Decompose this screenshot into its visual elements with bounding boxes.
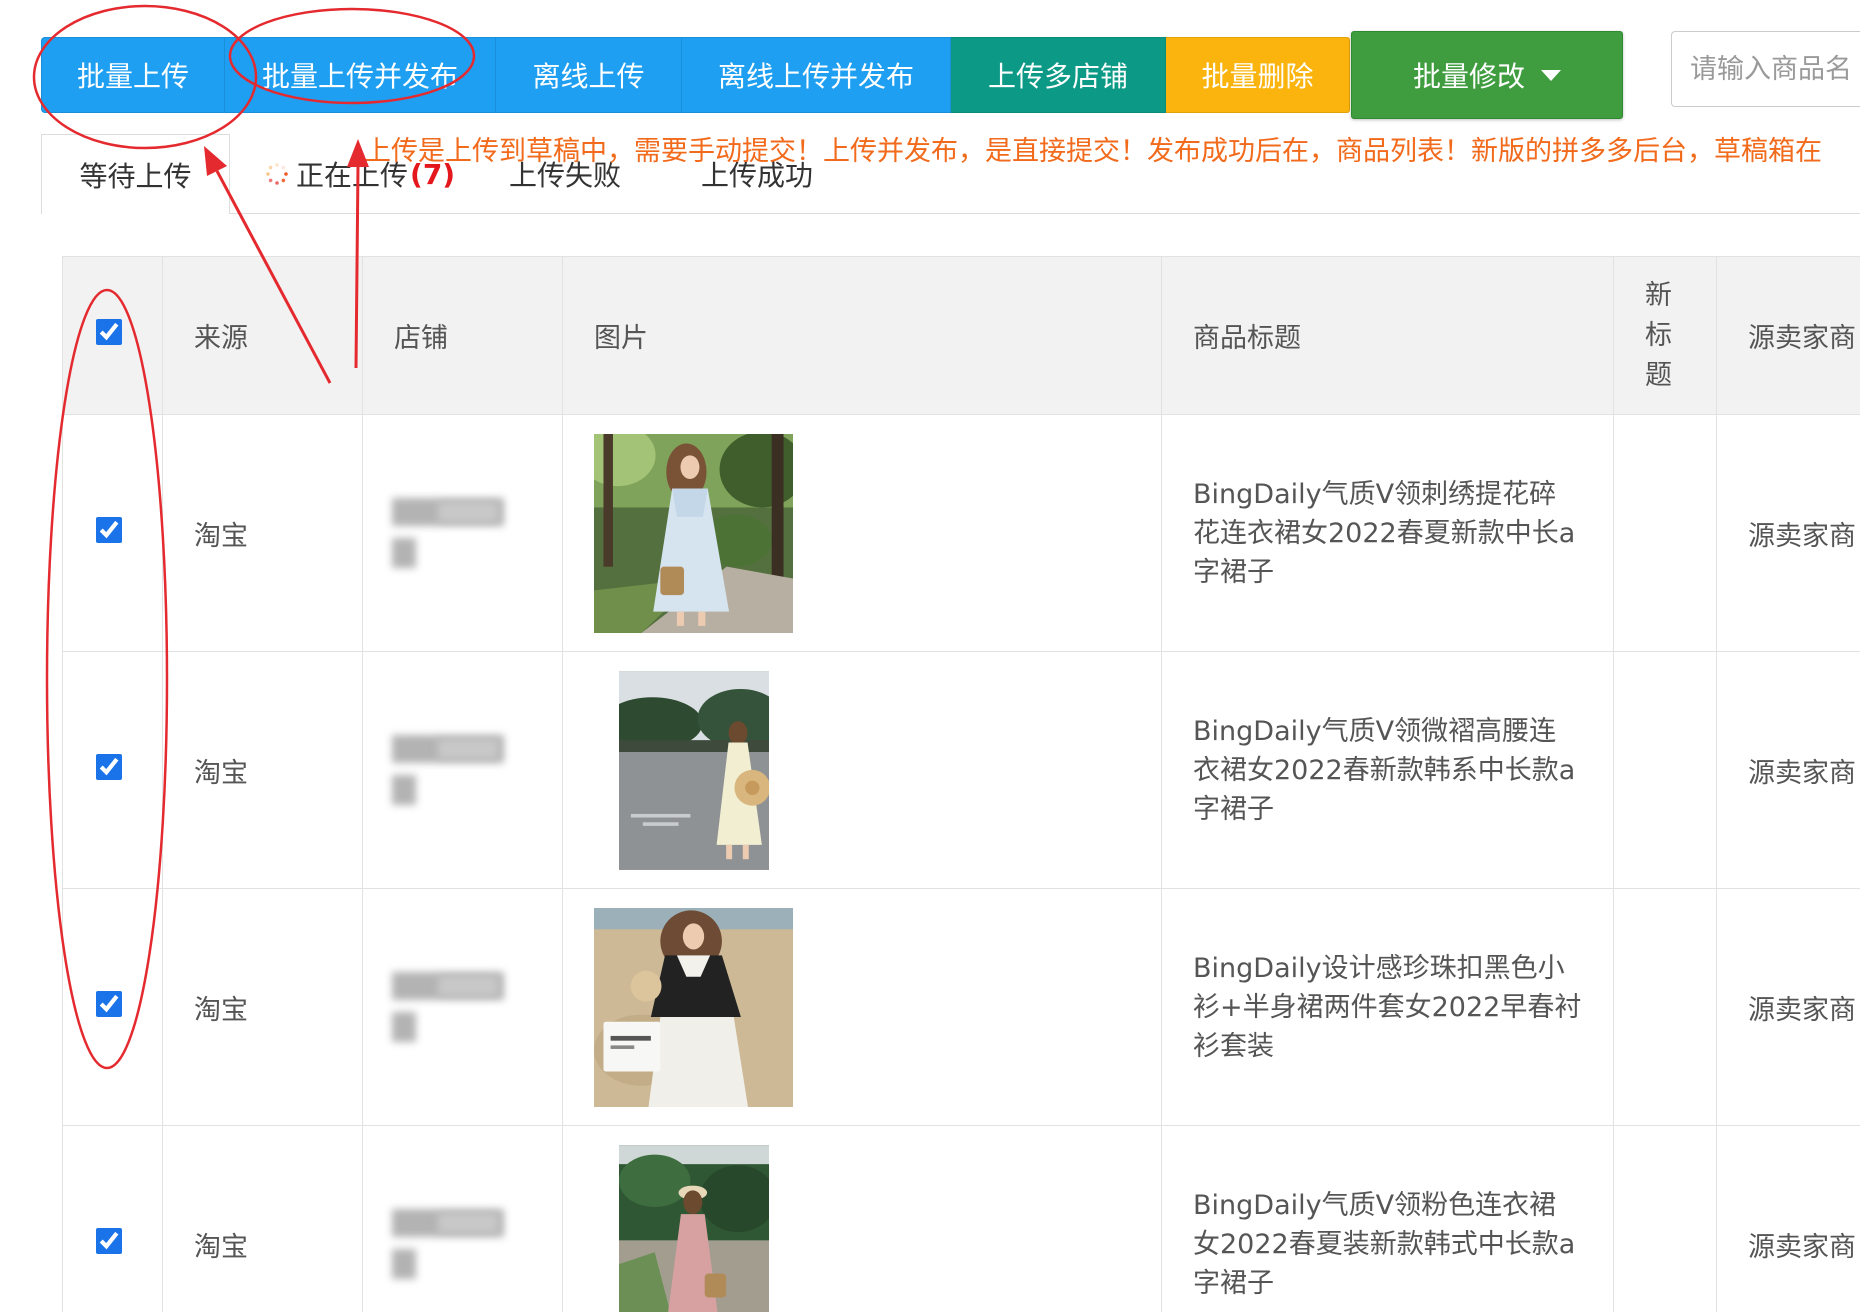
store-name-redacted xyxy=(392,1011,416,1042)
new-title-cell xyxy=(1613,414,1717,652)
column-header-source: 来源 xyxy=(162,256,363,415)
store-name-redacted xyxy=(392,1248,416,1279)
new-title-cell xyxy=(1613,651,1717,889)
tab-label: 等待上传 xyxy=(79,159,192,193)
row-checkbox[interactable] xyxy=(96,1227,122,1254)
row-select-cell xyxy=(62,414,163,652)
new-title-cell xyxy=(1613,888,1717,1126)
source-cell: 淘宝 xyxy=(162,414,363,652)
image-cell xyxy=(562,414,1162,652)
row-checkbox[interactable] xyxy=(96,990,122,1017)
batch-upload-button[interactable]: 批量上传 xyxy=(41,37,225,113)
product-image[interactable] xyxy=(594,433,793,633)
row-checkbox[interactable] xyxy=(96,516,122,543)
product-table: 来源 店铺 图片 商品标题 新标题 源卖家商 淘宝 BingDaily气质V领刺… xyxy=(62,256,1860,1312)
source-cell: 淘宝 xyxy=(162,1125,363,1312)
select-all-cell xyxy=(62,256,163,415)
upload-multi-store-button[interactable]: 上传多店铺 xyxy=(951,37,1166,113)
column-header-store: 店铺 xyxy=(362,256,563,415)
column-header-image: 图片 xyxy=(562,256,1162,415)
product-image[interactable] xyxy=(618,1144,769,1312)
batch-edit-dropdown[interactable]: 批量修改 xyxy=(1351,31,1623,119)
row-checkbox[interactable] xyxy=(96,753,122,780)
title-cell: BingDaily气质V领微褶高腰连衣裙女2022春新款韩系中长款a字裙子 xyxy=(1161,651,1614,889)
store-cell xyxy=(362,1125,563,1312)
store-name-redacted xyxy=(438,975,498,996)
seller-link[interactable]: 源卖家商 xyxy=(1716,651,1860,889)
offline-upload-publish-button[interactable]: 离线上传并发布 xyxy=(682,37,951,113)
title-cell: BingDaily气质V领刺绣提花碎花连衣裙女2022春夏新款中长a字裙子 xyxy=(1161,414,1614,652)
caret-down-icon xyxy=(1541,69,1561,81)
row-select-cell xyxy=(62,1125,163,1312)
source-cell: 淘宝 xyxy=(162,888,363,1126)
batch-delete-button[interactable]: 批量删除 xyxy=(1166,37,1350,113)
seller-link[interactable]: 源卖家商 xyxy=(1716,888,1860,1126)
store-name-redacted xyxy=(392,774,416,805)
table-row: 淘宝 xyxy=(62,888,1860,1126)
offline-upload-button[interactable]: 离线上传 xyxy=(496,37,682,113)
image-cell xyxy=(562,651,1162,889)
image-cell xyxy=(562,1125,1162,1312)
batch-edit-label: 批量修改 xyxy=(1412,60,1525,93)
store-cell xyxy=(362,651,563,889)
column-header-title: 商品标题 xyxy=(1161,256,1614,415)
product-table-container: 来源 店铺 图片 商品标题 新标题 源卖家商 淘宝 BingDaily气质V领刺… xyxy=(62,256,1860,1312)
table-header-row: 来源 店铺 图片 商品标题 新标题 源卖家商 xyxy=(62,256,1860,415)
store-name-redacted xyxy=(438,501,498,522)
column-header-new-title: 新标题 xyxy=(1613,256,1717,415)
store-name-redacted xyxy=(438,1212,498,1233)
store-cell xyxy=(362,888,563,1126)
store-cell xyxy=(362,414,563,652)
table-row: 淘宝 xyxy=(62,1125,1860,1312)
upload-button-group: 批量上传 批量上传并发布 离线上传 离线上传并发布 上传多店铺 批量删除 xyxy=(41,37,1350,113)
batch-upload-publish-button[interactable]: 批量上传并发布 xyxy=(225,37,496,113)
row-select-cell xyxy=(62,651,163,889)
product-image[interactable] xyxy=(594,907,793,1107)
store-name-redacted xyxy=(392,537,416,568)
source-cell: 淘宝 xyxy=(162,651,363,889)
select-all-checkbox[interactable] xyxy=(96,319,122,345)
table-row: 淘宝 xyxy=(62,651,1860,889)
title-cell: BingDaily气质V领粉色连衣裙女2022春夏装新款韩式中长款a字裙子 xyxy=(1161,1125,1614,1312)
tab-waiting-upload[interactable]: 等待上传 xyxy=(42,134,230,214)
seller-link[interactable]: 源卖家商 xyxy=(1716,414,1860,652)
title-cell: BingDaily设计感珍珠扣黑色小衫+半身裙两件套女2022早春衬衫套装 xyxy=(1161,888,1614,1126)
table-row: 淘宝 xyxy=(62,414,1860,652)
store-name-redacted xyxy=(438,738,498,759)
spinner-icon xyxy=(266,163,288,185)
new-title-cell xyxy=(1613,1125,1717,1312)
image-cell xyxy=(562,888,1162,1126)
row-select-cell xyxy=(62,888,163,1126)
upload-notice-text: 上传是上传到草稿中，需要手动提交！上传并发布，是直接提交！发布成功后在，商品列表… xyxy=(364,136,1822,167)
column-header-seller: 源卖家商 xyxy=(1716,256,1860,415)
product-image[interactable] xyxy=(618,670,769,870)
seller-link[interactable]: 源卖家商 xyxy=(1716,1125,1860,1312)
search-input[interactable] xyxy=(1671,31,1860,107)
